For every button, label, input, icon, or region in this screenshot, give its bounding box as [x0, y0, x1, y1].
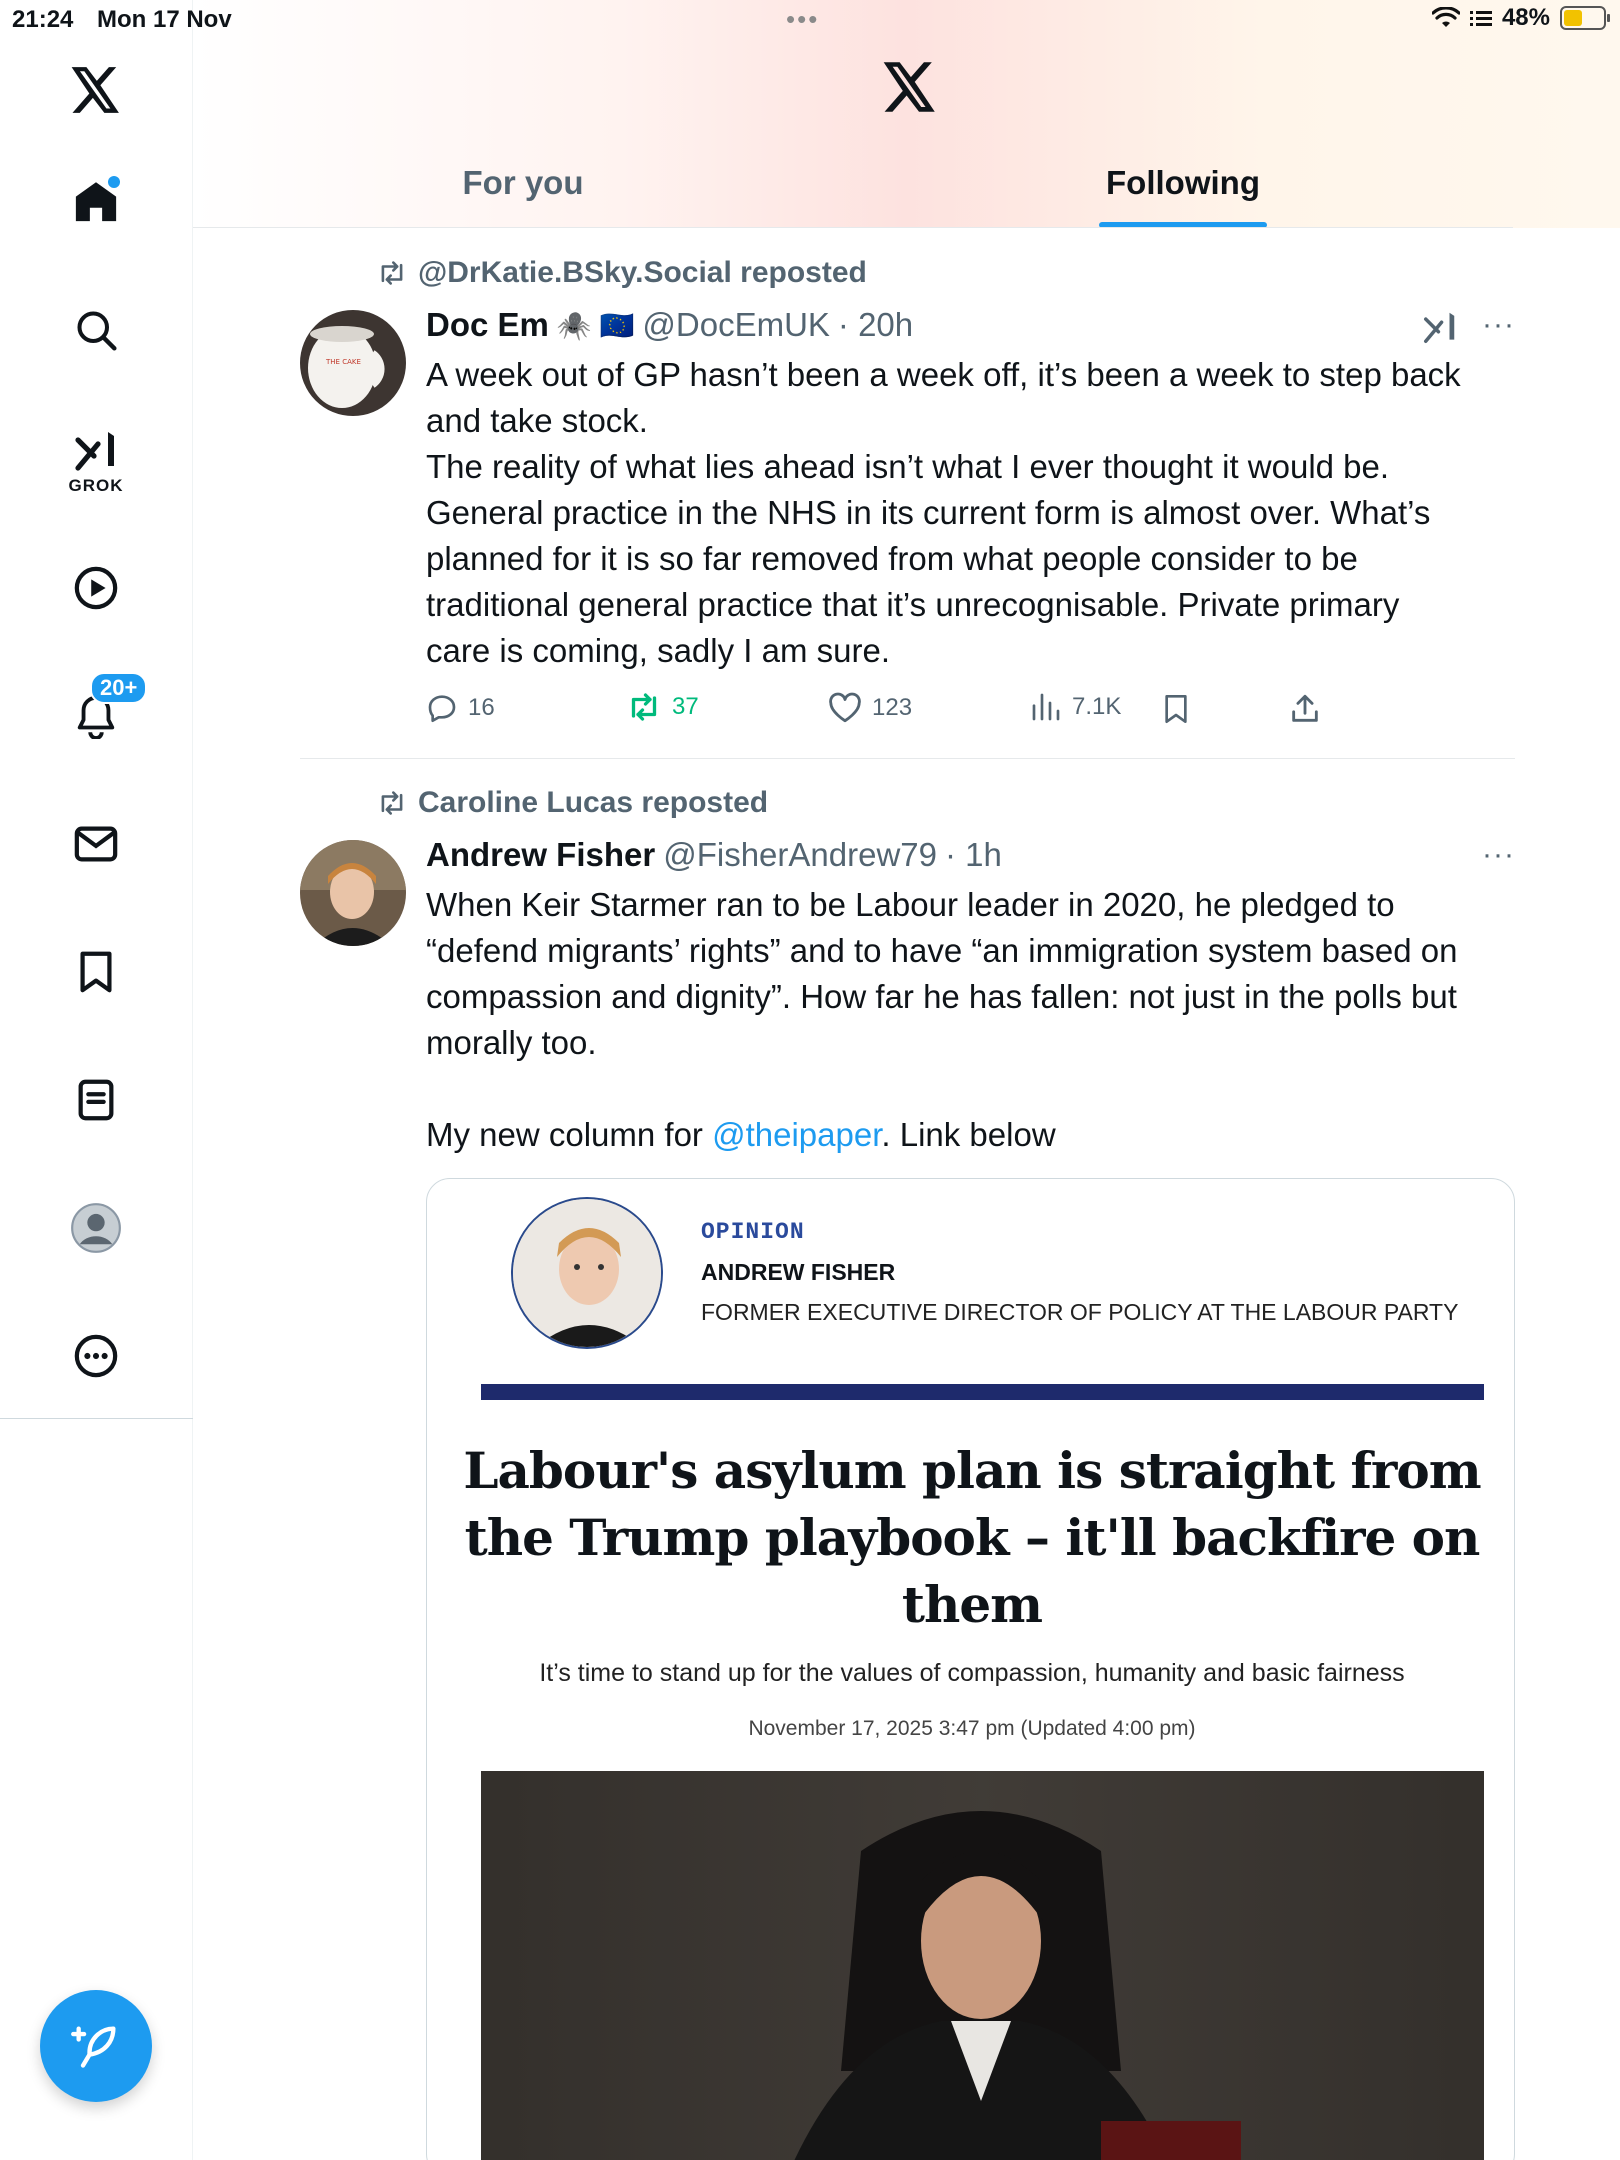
status-time: 21:24 — [12, 6, 74, 33]
avatar-doc-em[interactable]: THE CAKE — [300, 310, 406, 416]
status-date: Mon 17 Nov — [97, 6, 232, 33]
header-divider — [193, 227, 1513, 228]
repost-indicator: @DrKatie.BSky.Social reposted — [376, 256, 867, 290]
tweet-header: Andrew Fisher @FisherAndrew79 · 1h — [426, 836, 1002, 874]
sidebar: GROK 20+ — [0, 0, 193, 2160]
article-rule-bar — [481, 1384, 1484, 1400]
grok-icon[interactable] — [66, 420, 126, 480]
video-icon[interactable] — [66, 558, 126, 618]
article-link-card[interactable]: OPINION ANDREW FISHER FORMER EXECUTIVE D… — [426, 1178, 1515, 2160]
share-icon — [1292, 694, 1318, 722]
tweet-text: A week out of GP hasn’t been a week off,… — [426, 356, 1461, 669]
article-author-role: FORMER EXECUTIVE DIRECTOR OF POLICY AT T… — [701, 1299, 1459, 1325]
mug-text: THE CAKE — [325, 358, 361, 366]
compose-feather-icon — [71, 2026, 116, 2068]
wifi-icon — [1431, 7, 1460, 27]
views-chart-icon — [1032, 693, 1060, 721]
views-button[interactable]: 7.1K — [1030, 692, 1121, 722]
author-handle[interactable]: @FisherAndrew79 — [663, 836, 937, 874]
grok-label: GROK — [68, 476, 124, 495]
list-indicator-icon — [1469, 11, 1492, 26]
notifications-bell-icon[interactable]: 20+ — [66, 672, 148, 746]
reply-button[interactable]: 16 — [426, 692, 495, 724]
grok-explain-icon[interactable] — [1421, 308, 1459, 346]
timeline-tabs: For you Following — [193, 140, 1513, 228]
battery-icon — [1560, 6, 1610, 30]
status-bar: 21:24 Mon 17 Nov ••• 48% — [0, 0, 1620, 40]
battery-percent: 48% — [1501, 4, 1550, 31]
home-icon[interactable] — [66, 172, 126, 232]
messages-mail-icon[interactable] — [66, 814, 126, 874]
author-name[interactable]: Doc Em — [426, 306, 549, 344]
article-author: ANDREW FISHER — [701, 1259, 896, 1285]
notifications-badge: 20+ — [90, 672, 148, 704]
more-options-icon[interactable] — [66, 1326, 126, 1386]
bookmark-icon — [1165, 695, 1187, 723]
multitasking-dots-icon[interactable]: ••• — [786, 4, 819, 35]
search-icon[interactable] — [66, 300, 126, 360]
x-logo-icon[interactable] — [883, 62, 937, 117]
tweet-text: When Keir Starmer ran to be Labour leade… — [426, 886, 1458, 1153]
reply-icon — [428, 695, 456, 722]
tweet-time[interactable]: · 20h — [838, 306, 913, 344]
tweet-more-icon[interactable]: ··· — [1482, 838, 1515, 872]
tweet-time[interactable]: · 1h — [945, 836, 1002, 874]
home-unread-dot — [108, 176, 120, 188]
sidebar-divider — [0, 1418, 193, 1419]
tab-for-you[interactable]: For you — [193, 140, 853, 228]
tweet-doc-em[interactable]: @DrKatie.BSky.Social reposted THE CAKE D… — [300, 250, 1515, 750]
tweet-more-icon[interactable]: ··· — [1482, 308, 1515, 342]
compose-post-button[interactable] — [40, 1990, 152, 2102]
tweet-divider — [300, 758, 1515, 759]
article-headline: Labour's asylum plan is straight from th… — [463, 1441, 1481, 1634]
repost-button[interactable]: 37 — [626, 692, 699, 722]
profile-avatar-icon[interactable] — [66, 1198, 126, 1258]
heart-icon — [829, 692, 861, 723]
avatar-andrew-fisher[interactable] — [300, 840, 406, 946]
article-dateline: November 17, 2025 3:47 pm (Updated 4:00 … — [748, 1717, 1196, 1740]
bookmarks-icon[interactable] — [66, 942, 126, 1002]
article-section: OPINION — [701, 1219, 805, 1245]
repost-icon — [381, 791, 403, 815]
article-standfirst: It’s time to stand up for the values of … — [539, 1659, 1405, 1687]
tab-following[interactable]: Following — [853, 140, 1513, 228]
repost-icon — [631, 693, 657, 721]
author-emoji: 🕷️ 🇪🇺 — [556, 309, 635, 341]
author-name[interactable]: Andrew Fisher — [426, 836, 655, 874]
bookmark-button[interactable] — [1160, 692, 1192, 726]
tweet-header: Doc Em 🕷️ 🇪🇺 @DocEmUK · 20h — [426, 306, 913, 344]
article-photo — [481, 1771, 1484, 2160]
author-photo — [511, 1197, 663, 1349]
repost-indicator: Caroline Lucas reposted — [376, 786, 768, 820]
repost-icon — [381, 261, 403, 285]
lists-icon[interactable] — [66, 1070, 126, 1130]
author-handle[interactable]: @DocEmUK — [642, 306, 830, 344]
tweet-actions: 16 37 123 7.1K — [426, 692, 1426, 732]
mention-link[interactable]: @theipaper — [712, 1116, 881, 1153]
like-button[interactable]: 123 — [828, 692, 912, 724]
share-button[interactable] — [1288, 692, 1322, 726]
sidebar-x-logo-icon[interactable] — [66, 60, 126, 120]
